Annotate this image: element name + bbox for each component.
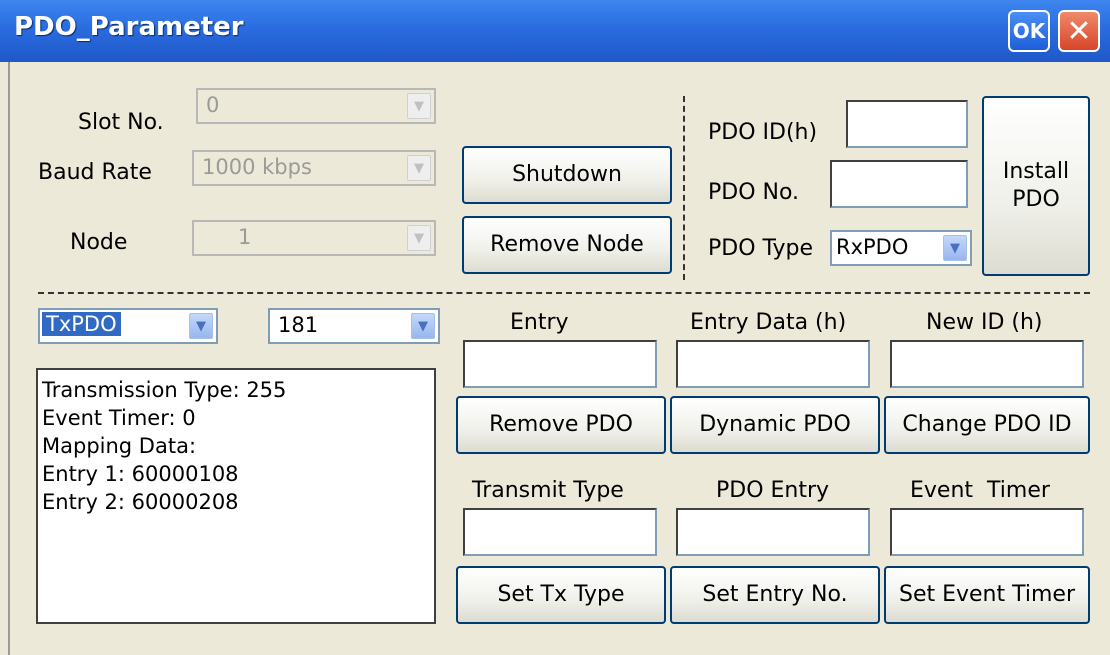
pdo-type-combo[interactable]: RxPDO ▼ — [830, 230, 972, 266]
pdo-entry-input[interactable] — [676, 508, 870, 556]
pdo-id-input[interactable] — [846, 100, 968, 148]
vertical-divider — [683, 96, 685, 280]
pdo-no-label: PDO No. — [708, 180, 800, 205]
event-timer-input[interactable] — [890, 508, 1084, 556]
baud-rate-value: 1000 kbps — [202, 155, 312, 179]
pdo-kind-combo[interactable]: TxPDO ▼ — [38, 308, 218, 344]
pdo-type-value: RxPDO — [836, 235, 909, 259]
set-tx-type-button[interactable]: Set Tx Type — [456, 566, 666, 624]
node-label: Node — [70, 230, 128, 255]
close-icon: ✕ — [1066, 13, 1092, 49]
install-pdo-label-2: PDO — [1012, 187, 1060, 212]
new-id-label: New ID (h) — [926, 310, 1043, 335]
slot-combo: 0 ▼ — [196, 88, 436, 124]
info-line: Entry 1: 60000108 — [42, 462, 239, 486]
set-event-timer-button[interactable]: Set Event Timer — [884, 566, 1090, 624]
baud-rate-label: Baud Rate — [38, 160, 152, 185]
shutdown-button[interactable]: Shutdown — [462, 146, 672, 204]
chevron-down-icon: ▼ — [407, 93, 431, 119]
close-button[interactable]: ✕ — [1058, 10, 1100, 52]
install-pdo-button[interactable]: Install PDO — [982, 96, 1090, 276]
remove-pdo-button[interactable]: Remove PDO — [456, 396, 666, 454]
pdo-type-label: PDO Type — [708, 236, 814, 261]
new-id-input[interactable] — [890, 340, 1084, 388]
transmit-type-input[interactable] — [463, 508, 657, 556]
baud-rate-combo: 1000 kbps ▼ — [192, 150, 436, 186]
node-value: 1 — [238, 225, 252, 249]
info-line: Transmission Type: 255 — [42, 378, 287, 402]
node-combo: 1 ▼ — [192, 220, 436, 256]
pdo-id-value: 181 — [278, 313, 319, 337]
entry-label: Entry — [510, 310, 569, 335]
chevron-down-icon: ▼ — [411, 313, 435, 339]
change-pdo-id-button[interactable]: Change PDO ID — [884, 396, 1090, 454]
slot-value: 0 — [206, 93, 220, 117]
pdo-id-label: PDO ID(h) — [708, 120, 818, 145]
entry-data-input[interactable] — [676, 340, 870, 388]
chevron-down-icon: ▼ — [943, 235, 967, 261]
pdo-kind-value: TxPDO — [42, 312, 121, 336]
title-bar: PDO_Parameter OK ✕ — [0, 0, 1110, 62]
chevron-down-icon: ▼ — [407, 155, 431, 181]
entry-data-label: Entry Data (h) — [690, 310, 847, 335]
info-line: Mapping Data: — [42, 434, 197, 458]
pdo-no-input[interactable] — [830, 160, 968, 208]
window-title: PDO_Parameter — [14, 12, 244, 42]
pdo-parameter-window: PDO_Parameter OK ✕ Slot No. 0 ▼ Baud Rat… — [0, 0, 1110, 655]
pdo-entry-label: PDO Entry — [716, 478, 830, 503]
slot-label: Slot No. — [78, 110, 164, 135]
dynamic-pdo-button[interactable]: Dynamic PDO — [670, 396, 880, 454]
horizontal-divider — [38, 292, 1090, 294]
chevron-down-icon: ▼ — [189, 313, 213, 339]
pdo-id-combo[interactable]: 181 ▼ — [268, 308, 440, 344]
chevron-down-icon: ▼ — [407, 225, 431, 251]
event-timer-label: Event Timer — [910, 478, 1050, 503]
entry-input[interactable] — [463, 340, 657, 388]
info-line: Event Timer: 0 — [42, 406, 196, 430]
transmit-type-label: Transmit Type — [472, 478, 624, 503]
ok-button[interactable]: OK — [1008, 10, 1050, 52]
pdo-info-textarea[interactable]: Transmission Type: 255 Event Timer: 0 Ma… — [36, 368, 436, 624]
info-line: Entry 2: 60000208 — [42, 490, 239, 514]
remove-node-button[interactable]: Remove Node — [462, 216, 672, 274]
set-entry-no-button[interactable]: Set Entry No. — [670, 566, 880, 624]
install-pdo-label-1: Install — [1002, 159, 1070, 184]
